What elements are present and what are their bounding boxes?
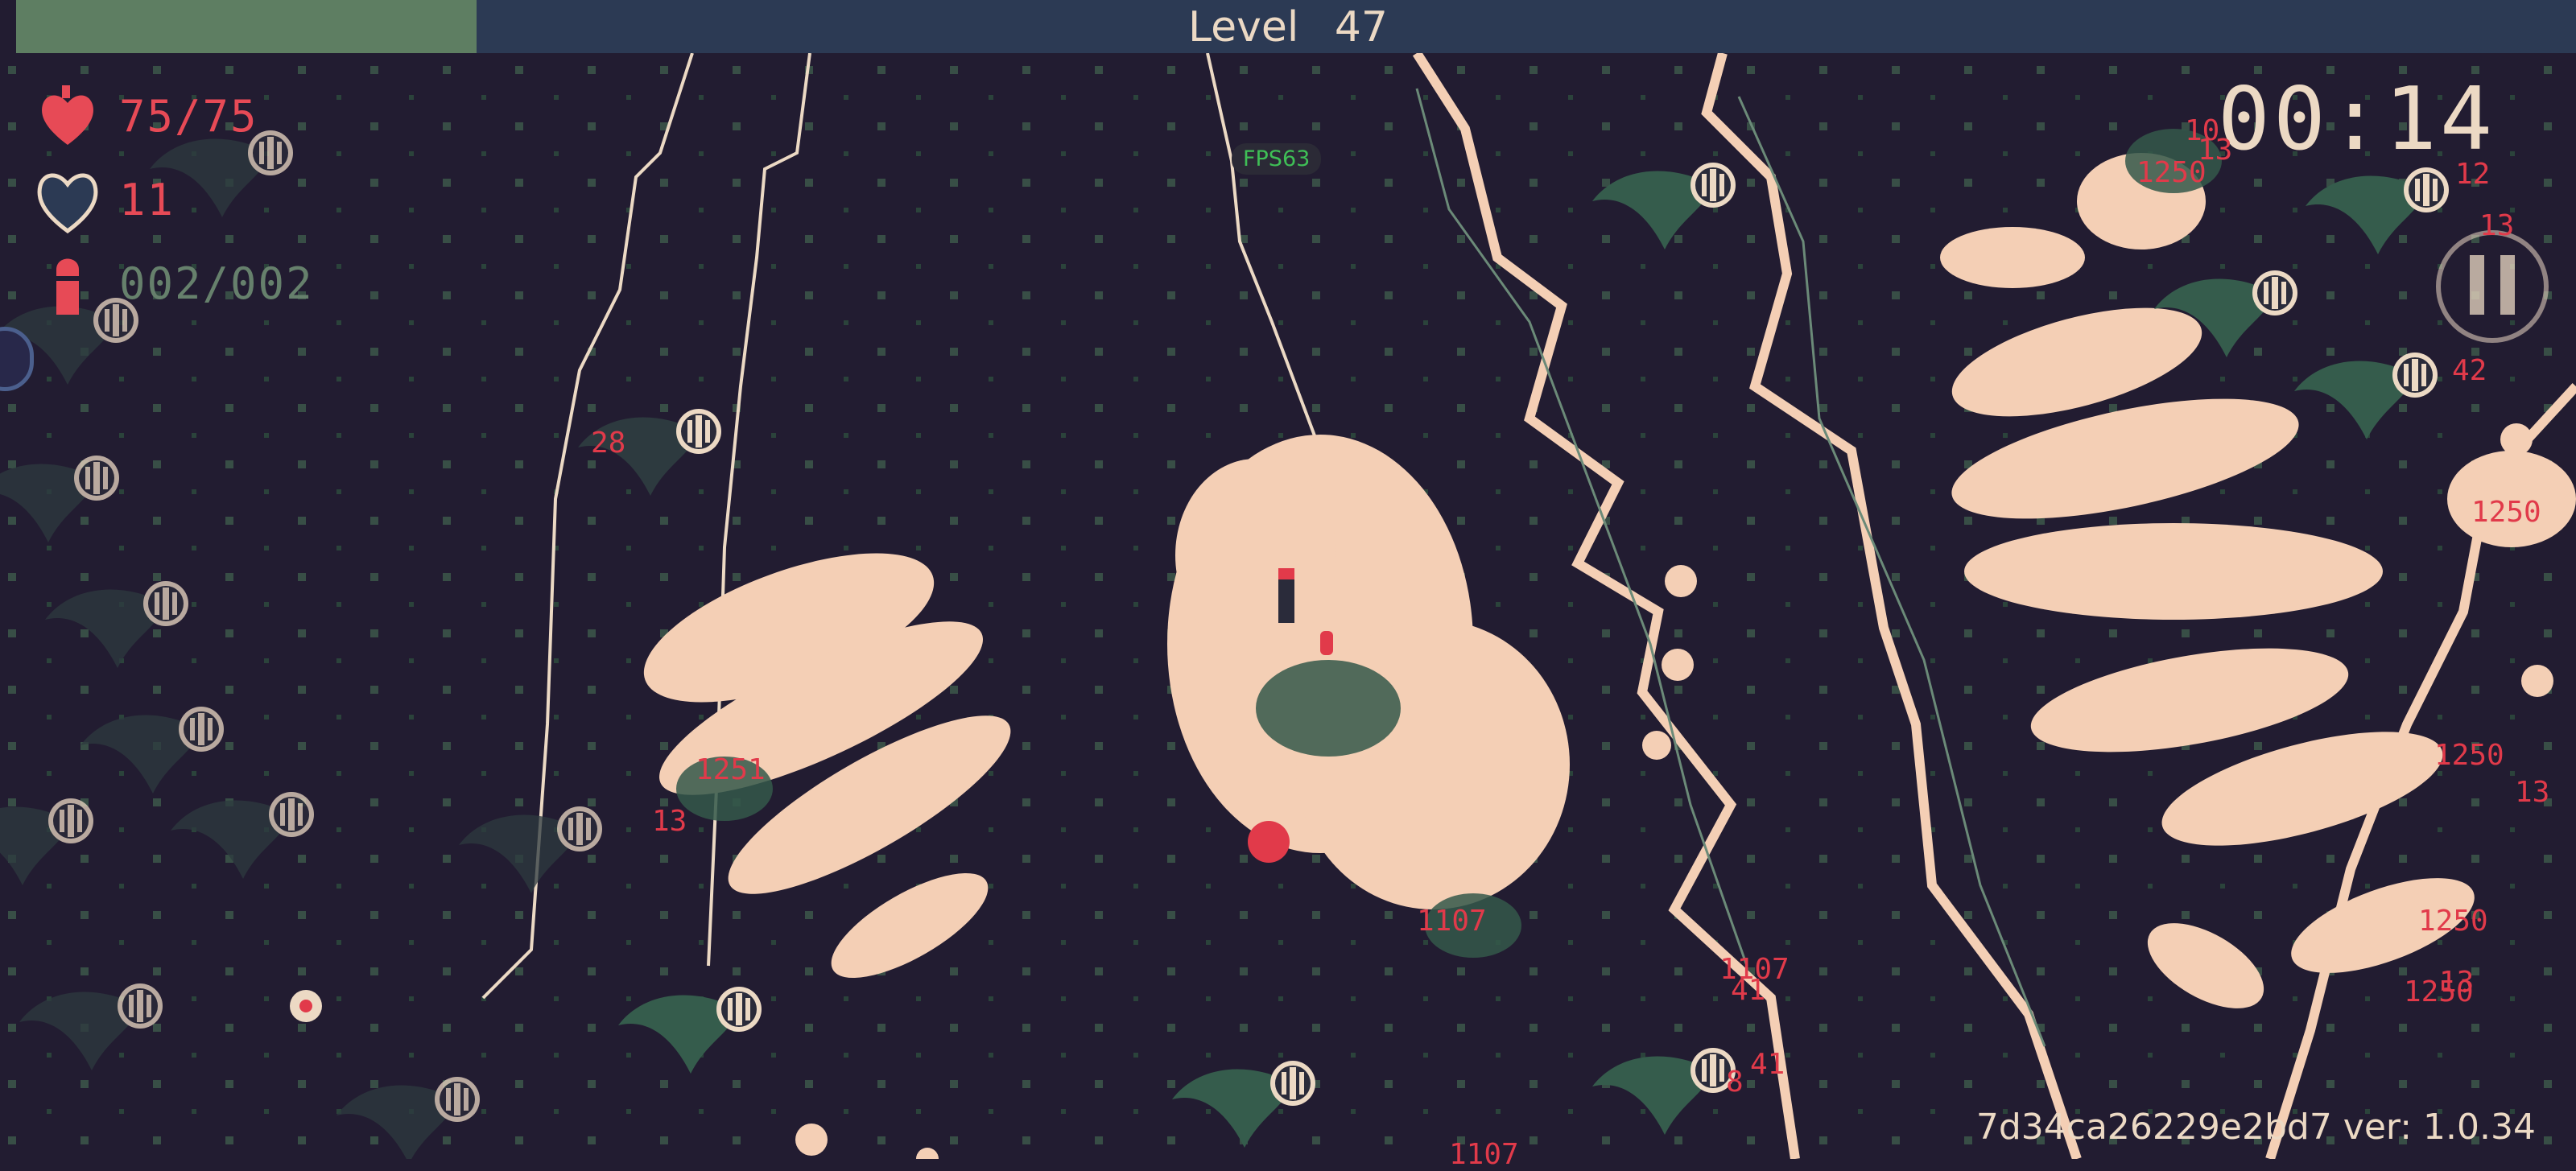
- ammo-value: 002/002: [119, 258, 314, 309]
- armor-stat: 11: [35, 167, 175, 234]
- armor-heart-icon: [35, 167, 100, 234]
- bullet-icon: [35, 251, 100, 315]
- ammo-stat: 002/002: [35, 251, 314, 315]
- pause-icon: [2462, 255, 2523, 318]
- pause-button[interactable]: [2436, 230, 2549, 343]
- damage-number: 41: [1750, 1048, 1785, 1081]
- build-info: 7d34ca26229e2bd7 ver: 1.0.34: [1975, 1107, 2536, 1148]
- damage-number: 13: [652, 805, 687, 838]
- damage-number: 13: [2515, 776, 2550, 809]
- level-label: Level: [1188, 3, 1299, 52]
- health-stat: 75/75: [35, 84, 258, 148]
- damage-number: 28: [591, 427, 626, 460]
- damage-number: 12: [2455, 158, 2491, 191]
- damage-number: 1250: [2434, 739, 2504, 772]
- damage-number: 1107: [1417, 905, 1487, 938]
- damage-number: 1250: [2136, 156, 2207, 189]
- damage-number: 8: [1726, 1066, 1744, 1099]
- armor-value: 11: [119, 174, 175, 225]
- damage-number: 1250: [2404, 975, 2474, 1008]
- damage-number: 13: [2479, 209, 2515, 242]
- damage-number: 1250: [2471, 496, 2541, 529]
- damage-number: 42: [2452, 354, 2487, 387]
- game-timer: 00:14: [2217, 69, 2496, 170]
- level-indicator: Level 47: [0, 3, 2576, 52]
- damage-number: 1107: [1449, 1138, 1519, 1171]
- heart-icon: [35, 84, 100, 148]
- damage-number: 1251: [696, 753, 766, 786]
- damage-number: 1250: [2418, 905, 2488, 938]
- level-value: 47: [1334, 3, 1388, 52]
- health-value: 75/75: [119, 90, 258, 142]
- damage-number: 41: [1731, 974, 1766, 1007]
- fps-counter: FPS63: [1232, 143, 1322, 175]
